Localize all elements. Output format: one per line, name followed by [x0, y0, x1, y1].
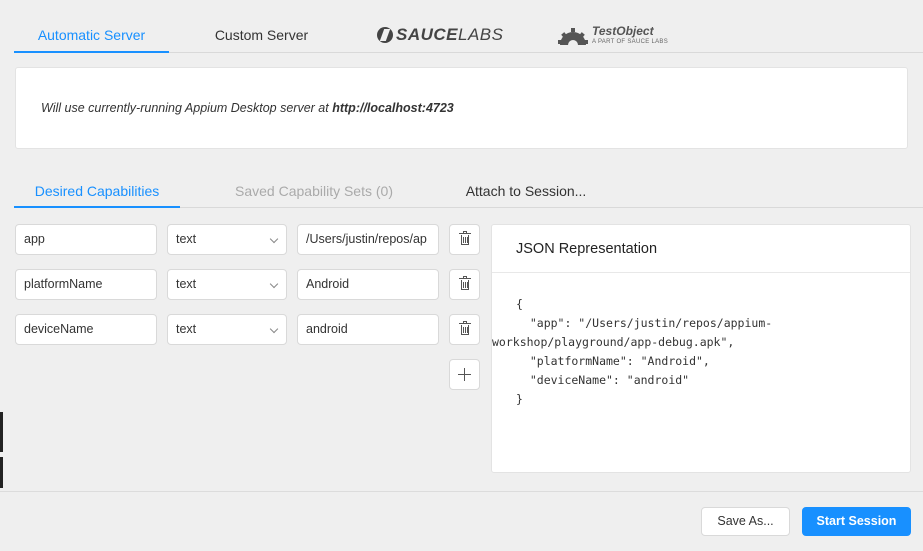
window-edge: [0, 412, 3, 452]
json-line: "app": "/Users/justin/repos/appium-: [516, 316, 773, 330]
json-panel-title: JSON Representation: [492, 225, 910, 273]
capability-type-value: text: [176, 232, 197, 246]
testobject-title: TestObject: [592, 23, 654, 38]
delete-capability-button[interactable]: [449, 269, 480, 300]
tab-testobject[interactable]: TestObject A PART OF SAUCE LABS: [558, 22, 669, 50]
capability-value-input[interactable]: android: [297, 314, 439, 345]
capability-name-input[interactable]: platformName: [15, 269, 157, 300]
server-tabs-bar: Automatic Server Custom Server SAUCE LAB…: [0, 0, 923, 53]
tab-saucelabs[interactable]: SAUCE LABS: [377, 25, 504, 45]
testobject-gear-icon: [558, 25, 588, 50]
json-line: workshop/playground/app-debug.apk",: [492, 335, 735, 349]
save-as-button[interactable]: Save As...: [701, 507, 790, 536]
json-line: {: [516, 297, 523, 311]
delete-capability-button[interactable]: [449, 314, 480, 345]
delete-capability-button[interactable]: [449, 224, 480, 255]
tab-attach-to-session[interactable]: Attach to Session...: [446, 172, 606, 206]
start-session-button[interactable]: Start Session: [802, 507, 911, 536]
capability-type-select[interactable]: text: [167, 224, 287, 255]
trash-icon: [459, 276, 471, 291]
capability-tabs: Desired Capabilities Saved Capability Se…: [14, 172, 923, 208]
saucelabs-logo-bold: SAUCE: [396, 25, 459, 44]
server-info-panel: Will use currently-running Appium Deskto…: [15, 67, 908, 149]
json-representation-panel: JSON Representation { "app": "/Users/jus…: [491, 224, 911, 473]
testobject-subtitle: A PART OF SAUCE LABS: [592, 38, 669, 45]
capability-value-input[interactable]: /Users/justin/repos/ap: [297, 224, 439, 255]
tab-desired-capabilities[interactable]: Desired Capabilities: [14, 172, 180, 208]
tab-automatic-server[interactable]: Automatic Server: [14, 14, 169, 53]
add-capability-button[interactable]: [449, 359, 480, 390]
server-url: http://localhost:4723: [332, 101, 454, 115]
trash-icon: [459, 231, 471, 246]
json-code: { "app": "/Users/justin/repos/appium-wor…: [492, 295, 773, 409]
json-line: "platformName": "Android",: [516, 354, 710, 368]
json-line: }: [516, 392, 523, 406]
json-line: "deviceName": "android": [516, 373, 690, 387]
saucelabs-logo-light: LABS: [458, 25, 504, 44]
chevron-down-icon: [269, 234, 279, 244]
saucelabs-logo-icon: [377, 27, 393, 43]
trash-icon: [459, 321, 471, 336]
tab-custom-server[interactable]: Custom Server: [199, 14, 324, 51]
footer-bar: Save As... Start Session: [0, 491, 923, 551]
capability-type-select[interactable]: text: [167, 269, 287, 300]
capability-type-select[interactable]: text: [167, 314, 287, 345]
chevron-down-icon: [269, 324, 279, 334]
tab-saved-capability-sets: Saved Capability Sets (0): [235, 183, 393, 199]
window-edge: [0, 457, 3, 488]
capability-name-input[interactable]: app: [15, 224, 157, 255]
capability-type-value: text: [176, 277, 197, 291]
capability-value-input[interactable]: Android: [297, 269, 439, 300]
server-info-prefix: Will use currently-running Appium Deskto…: [41, 101, 333, 115]
capability-name-input[interactable]: deviceName: [15, 314, 157, 345]
capability-type-value: text: [176, 322, 197, 336]
chevron-down-icon: [269, 279, 279, 289]
server-info-text: Will use currently-running Appium Deskto…: [41, 101, 454, 115]
